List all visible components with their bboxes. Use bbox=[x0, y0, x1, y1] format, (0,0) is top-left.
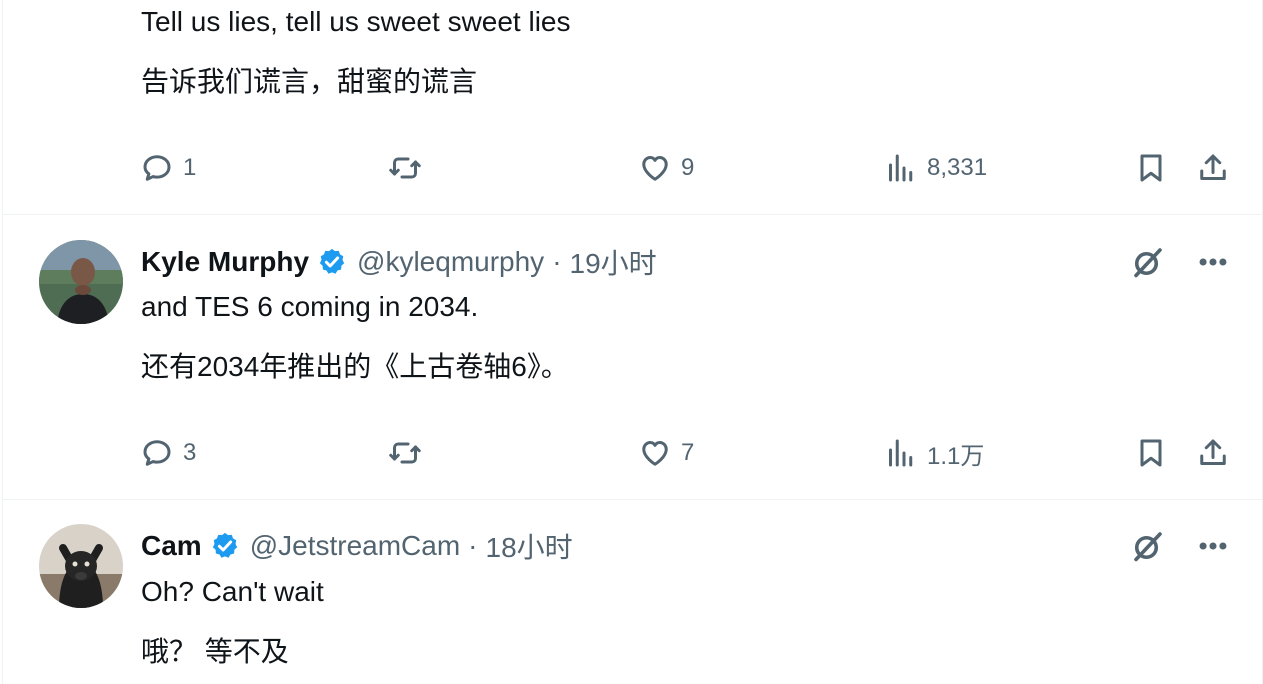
share-button[interactable] bbox=[1195, 431, 1231, 475]
reply-count: 3 bbox=[183, 439, 197, 466]
separator-dot: · bbox=[552, 246, 562, 277]
display-name[interactable]: Kyle Murphy bbox=[141, 246, 309, 278]
tweet-text-en: and TES 6 coming in 2034. bbox=[141, 291, 479, 322]
like-button[interactable]: 7 bbox=[637, 431, 694, 475]
timestamp[interactable]: 18小时 bbox=[486, 526, 573, 566]
more-button[interactable] bbox=[1196, 245, 1230, 279]
bookmark-icon bbox=[1140, 154, 1162, 182]
more-button[interactable] bbox=[1196, 529, 1230, 563]
retweet-button[interactable] bbox=[387, 431, 423, 475]
share-icon bbox=[1200, 154, 1226, 180]
tweet-text-zh: 告诉我们谎言，甜蜜的谎言 bbox=[141, 66, 478, 97]
timeline: Tell us lies, tell us sweet sweet lies 告… bbox=[2, 0, 1263, 684]
views-count: 8,331 bbox=[927, 154, 988, 181]
avatar[interactable] bbox=[39, 240, 123, 324]
reply-button[interactable]: 3 bbox=[139, 431, 196, 475]
timestamp[interactable]: 19小时 bbox=[570, 242, 657, 282]
avatar[interactable] bbox=[39, 524, 123, 608]
share-icon bbox=[1200, 439, 1226, 465]
heart-icon bbox=[642, 441, 668, 466]
tweet-text-en: Oh? Can't wait bbox=[141, 576, 324, 607]
retweet-icon bbox=[389, 442, 421, 464]
tweet-top-actions bbox=[1130, 244, 1230, 280]
separator-dot: · bbox=[468, 530, 478, 561]
bookmark-button[interactable] bbox=[1133, 146, 1169, 190]
grok-icon bbox=[1134, 248, 1162, 278]
tweet-2[interactable]: Kyle Murphy @kyleqmurphy · 19小时 and TES … bbox=[3, 215, 1262, 499]
share-button[interactable] bbox=[1195, 146, 1231, 190]
reply-button[interactable]: 1 bbox=[139, 146, 196, 190]
verified-badge-icon bbox=[319, 248, 345, 274]
tweet-header: Kyle Murphy @kyleqmurphy · 19小时 bbox=[141, 242, 657, 282]
action-bar: 3 7 1.1万 bbox=[3, 431, 1262, 475]
user-handle[interactable]: @kyleqmurphy bbox=[357, 246, 544, 278]
user-handle[interactable]: @JetstreamCam bbox=[250, 530, 460, 562]
tweet-1[interactable]: Tell us lies, tell us sweet sweet lies 告… bbox=[3, 0, 1262, 214]
like-count: 7 bbox=[681, 439, 695, 466]
like-button[interactable]: 9 bbox=[637, 146, 694, 190]
tweet-text-zh: 还有2034年推出的《上古卷轴6》。 bbox=[141, 351, 569, 382]
tweet-text-zh: 哦？ 等不及 bbox=[141, 636, 289, 667]
verified-badge-icon bbox=[212, 532, 237, 558]
heart-icon bbox=[642, 156, 668, 181]
reply-icon bbox=[143, 155, 171, 181]
tweet-header: Cam @JetstreamCam · 18小时 bbox=[141, 526, 573, 566]
display-name[interactable]: Cam bbox=[141, 530, 202, 562]
tweet-top-actions bbox=[1130, 528, 1230, 564]
retweet-icon bbox=[389, 157, 421, 179]
bookmark-icon bbox=[1140, 439, 1162, 467]
tweet-text-en: Tell us lies, tell us sweet sweet lies bbox=[141, 6, 571, 37]
grok-button[interactable] bbox=[1130, 244, 1166, 280]
like-count: 9 bbox=[681, 154, 695, 181]
avatar-photo bbox=[39, 524, 123, 608]
more-icon bbox=[1199, 542, 1227, 550]
avatar-photo bbox=[39, 240, 123, 324]
views-icon bbox=[889, 439, 913, 467]
views-icon bbox=[889, 154, 913, 182]
views-button[interactable]: 1.1万 bbox=[883, 431, 984, 475]
grok-button[interactable] bbox=[1130, 528, 1166, 564]
reply-icon bbox=[143, 440, 171, 466]
retweet-button[interactable] bbox=[387, 146, 423, 190]
views-button[interactable]: 8,331 bbox=[883, 146, 987, 190]
grok-icon bbox=[1134, 532, 1162, 562]
action-bar: 1 9 8,331 bbox=[3, 146, 1262, 190]
reply-count: 1 bbox=[183, 154, 197, 181]
tweet-3[interactable]: Cam @JetstreamCam · 18小时 Oh? Can't wait … bbox=[3, 500, 1262, 684]
bookmark-button[interactable] bbox=[1133, 431, 1169, 475]
views-count: 1.1万 bbox=[927, 442, 985, 470]
more-icon bbox=[1199, 258, 1227, 266]
